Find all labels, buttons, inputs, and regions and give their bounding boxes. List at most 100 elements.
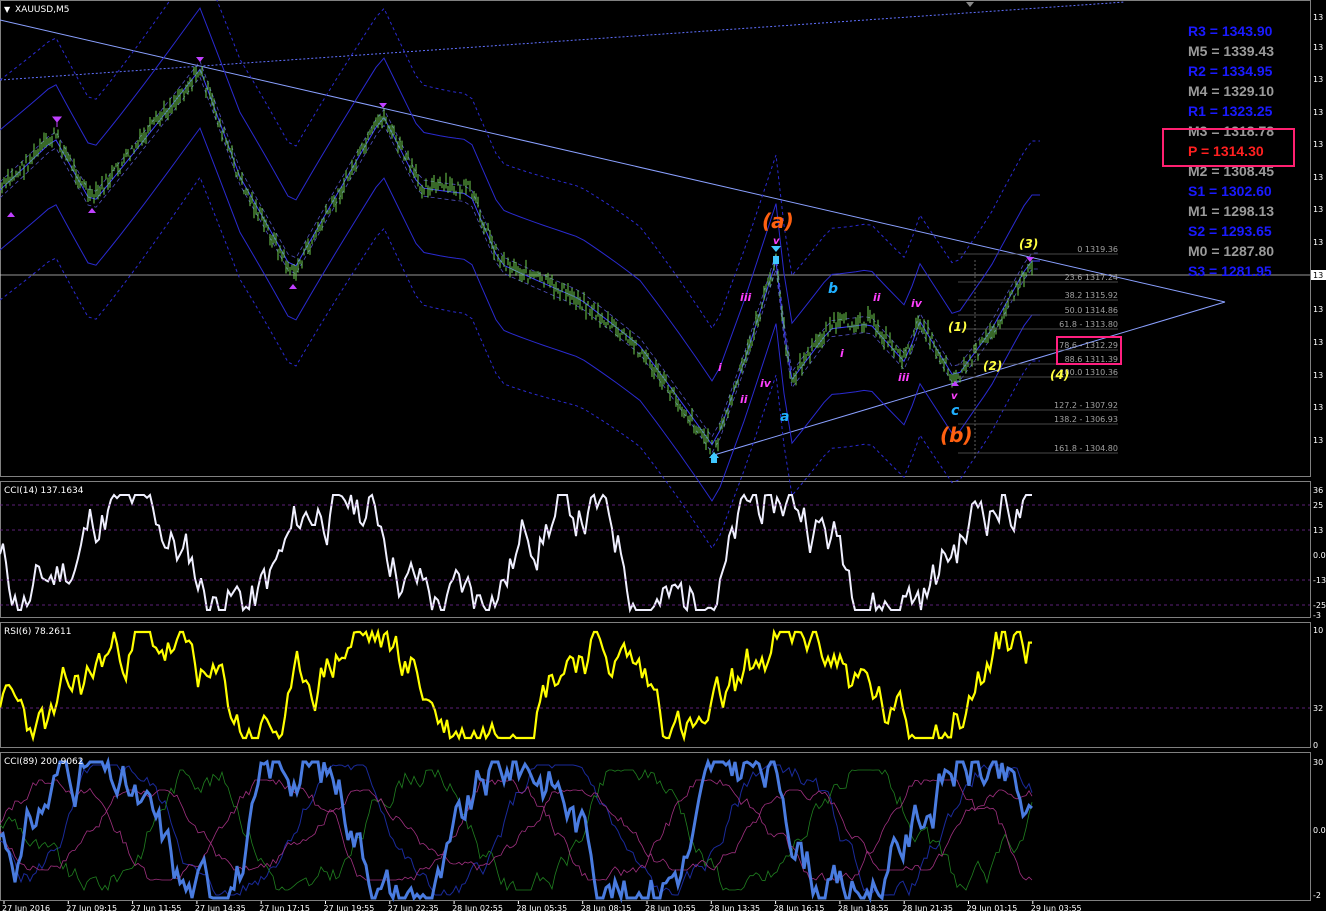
price-axis-marker-label: 13: [1313, 271, 1323, 280]
svg-text:13: 13: [1313, 75, 1323, 84]
wave-iii-2: iii: [898, 371, 910, 384]
pivot-label: M4 = 1329.10: [1188, 83, 1274, 99]
fib-label: 138.2 - 1306.93: [1054, 415, 1118, 424]
pivot-label: R3 = 1343.90: [1188, 23, 1273, 39]
rsi-title: RSI(6) 78.2611: [4, 627, 71, 637]
indicator-line: [0, 768, 1033, 892]
cci14-scale-label: 13: [1313, 526, 1323, 535]
svg-text:13: 13: [1313, 43, 1323, 52]
cci14-scale-label: 36: [1313, 486, 1323, 495]
pivot-label: M5 = 1339.43: [1188, 43, 1274, 59]
time-label: 29 Jun 03:55: [1031, 904, 1082, 911]
time-label: 27 Jun 09:15: [66, 904, 117, 911]
wave-w4: (4): [1050, 368, 1069, 382]
svg-text:13: 13: [1313, 173, 1323, 182]
fibonacci-retracement[interactable]: 0 1319.36 23.6 1317.24 38.2 1315.92 50.0 13…: [958, 245, 1118, 460]
time-label: 27 Jun 19:55: [324, 904, 375, 911]
wave-w3: (3): [1019, 237, 1038, 251]
indicator-line: [0, 627, 1032, 743]
indicator-line: [0, 789, 1033, 871]
svg-text:13: 13: [1313, 403, 1323, 412]
elliott-wave-labels: (a) (b) a b c (1) (2) (3) (4) i ii iii i…: [718, 209, 1069, 447]
wave-iv-1: iv: [760, 377, 772, 390]
pivot-label: P = 1314.30: [1188, 143, 1264, 159]
wave-big-a: (a): [762, 209, 794, 233]
pivot-label: S3 = 1281.95: [1188, 263, 1272, 279]
cci14-title: CCI(14) 137.1634: [4, 486, 84, 496]
rsi-scale-label: 32: [1313, 704, 1323, 713]
wave-big-b: (b): [940, 423, 973, 447]
cci14-scale-label: -3: [1313, 611, 1321, 620]
pivot-label: M0 = 1287.80: [1188, 243, 1274, 259]
time-label: 28 Jun 13:35: [709, 904, 760, 911]
fib-label: 0 1319.36: [1077, 245, 1118, 254]
time-label: 28 Jun 02:55: [452, 904, 503, 911]
time-label: 27 Jun 2016: [2, 904, 50, 911]
wave-iii-1: iii: [740, 291, 752, 304]
wave-v-2: v: [951, 391, 958, 402]
time-label: 28 Jun 16:15: [774, 904, 825, 911]
pivot-label: R1 = 1323.25: [1188, 103, 1273, 119]
scroll-marker-icon[interactable]: [966, 2, 974, 7]
wave-w2: (2): [983, 359, 1002, 373]
cci14-indicator: [0, 493, 1032, 614]
svg-text:13: 13: [1313, 338, 1323, 347]
fib-label: 78.6 - 1312.29: [1059, 341, 1118, 350]
wave-v-1: v: [773, 236, 780, 247]
svg-text:13: 13: [1313, 13, 1323, 22]
time-label: 28 Jun 05:35: [516, 904, 567, 911]
wave-iv-2: iv: [911, 297, 923, 310]
cci89-scale-label: 30: [1313, 758, 1323, 767]
pivot-label: S1 = 1302.60: [1188, 183, 1272, 199]
cci89-indicator: [0, 756, 1033, 904]
wave-small-b: b: [828, 281, 838, 297]
cci89-scale-label: 0.0: [1313, 826, 1326, 835]
fib-label: 88.6 1311.39: [1065, 355, 1118, 364]
svg-text:13: 13: [1313, 205, 1323, 214]
wave-small-c: c: [951, 403, 960, 419]
time-label: 28 Jun 10:55: [645, 904, 696, 911]
fib-label: 38.2 1315.92: [1065, 291, 1118, 300]
wave-i-1: i: [718, 361, 722, 374]
dotted-resistance-line[interactable]: [0, 1, 1126, 81]
wave-ii-1: ii: [740, 393, 748, 406]
cci14-scale-label: -13: [1313, 576, 1326, 585]
rsi-scale-label: 10: [1313, 626, 1323, 635]
pivot-label: M1 = 1298.13: [1188, 203, 1274, 219]
time-label: 27 Jun 14:35: [195, 904, 246, 911]
pivot-levels: R3 = 1343.90 M5 = 1339.43 R2 = 1334.95 M4 =…: [1188, 23, 1274, 279]
cci89-title: CCI(89) 200.9062: [4, 757, 84, 767]
rsi-scale-label: 0: [1313, 741, 1318, 750]
cci14-scale-label: 25: [1313, 501, 1323, 510]
time-label: 29 Jun 01:15: [967, 904, 1018, 911]
cci14-scale-label: 0.0: [1313, 551, 1326, 560]
indicator-line: [0, 493, 1032, 614]
time-label: 28 Jun 08:15: [581, 904, 632, 911]
wave-ii-2: ii: [873, 291, 881, 304]
time-label: 28 Jun 18:55: [838, 904, 889, 911]
cci89-scale-label: -2: [1313, 891, 1321, 900]
window-menu-arrow[interactable]: ▼: [4, 5, 11, 14]
fib-label: 127.2 - 1307.92: [1054, 401, 1118, 410]
svg-text:13: 13: [1313, 436, 1323, 445]
time-axis: 27 Jun 2016 27 Jun 09:15 27 Jun 11:55 27 Ju…: [2, 901, 1082, 911]
indicator-line: [0, 779, 1033, 881]
rsi-indicator: [0, 627, 1032, 743]
fib-label: 161.8 - 1304.80: [1054, 444, 1118, 453]
time-label: 28 Jun 21:35: [902, 904, 953, 911]
chart-title: XAUUSD,M5: [15, 5, 70, 15]
svg-text:13: 13: [1313, 140, 1323, 149]
wave-w1: (1): [948, 320, 967, 334]
svg-text:13: 13: [1313, 371, 1323, 380]
pivot-label: R2 = 1334.95: [1188, 63, 1273, 79]
price-axis: 13 13 13 13 13 13 13 13 13 13 13 13 13: [1313, 13, 1323, 445]
main-chart[interactable]: 0 1319.36 23.6 1317.24 38.2 1315.92 50.0 13…: [0, 0, 1326, 911]
svg-text:13: 13: [1313, 305, 1323, 314]
time-label: 27 Jun 22:35: [388, 904, 439, 911]
svg-text:13: 13: [1313, 238, 1323, 247]
time-label: 27 Jun 17:15: [259, 904, 310, 911]
wave-i-2: i: [840, 347, 844, 360]
fib-label: 50.0 1314.86: [1065, 306, 1118, 315]
cci14-panel-frame: [0, 481, 1311, 618]
time-label: 27 Jun 11:55: [131, 904, 182, 911]
